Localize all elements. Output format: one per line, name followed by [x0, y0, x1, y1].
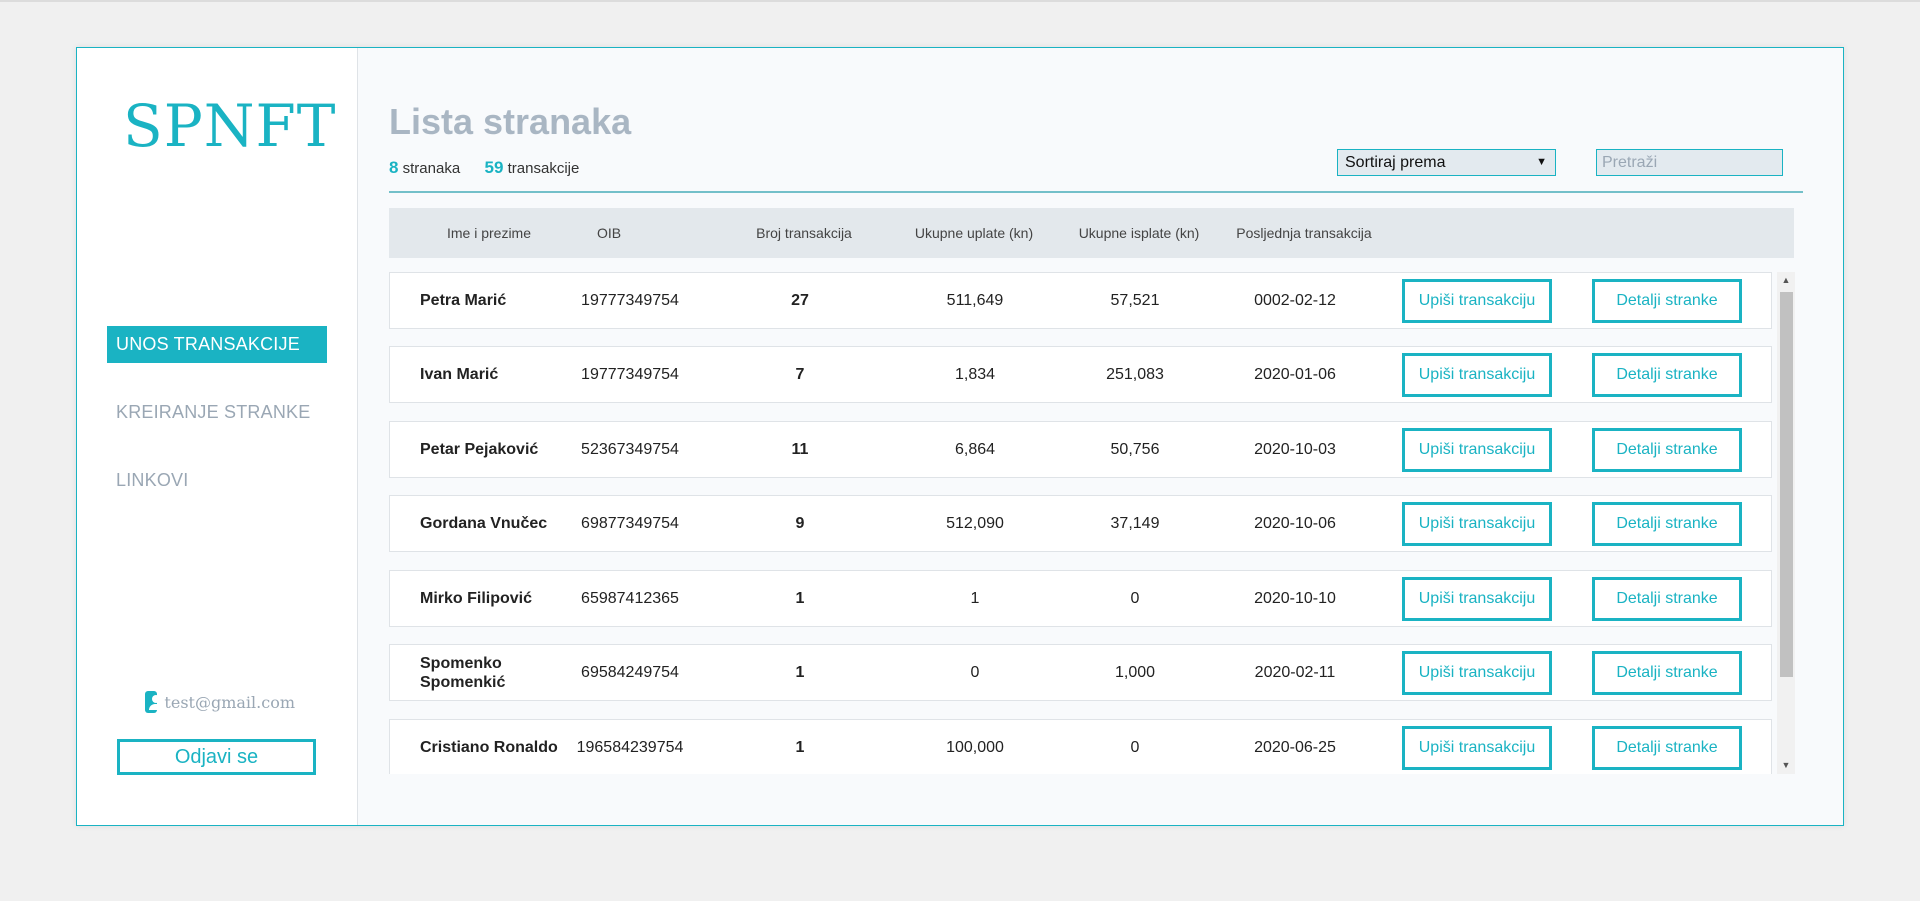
add-transaction-button[interactable]: Upiši transakciju: [1402, 577, 1552, 621]
cell-name: Mirko Filipović: [420, 590, 533, 607]
add-transaction-button[interactable]: Upiši transakciju: [1402, 428, 1552, 472]
cell-oib: 65987412365: [581, 589, 679, 607]
client-details-button[interactable]: Detalji stranke: [1592, 279, 1742, 323]
cell-count: 11: [791, 440, 809, 458]
cell-name: Petra Marić: [420, 292, 507, 309]
table-row: Petar Pejaković 52367349754 11 6,864 50,…: [389, 421, 1772, 478]
column-header-deposits: Ukupne uplate (kn): [914, 225, 1034, 241]
main-content: Lista stranaka 8 stranaka 59 transakcije…: [359, 48, 1843, 825]
column-header-withdrawals: Ukupne isplate (kn): [1078, 225, 1200, 241]
transaction-count-label: transakcije: [507, 160, 580, 177]
cell-deposits: 100,000: [946, 738, 1004, 756]
sort-select[interactable]: Sortiraj prema ▼: [1337, 149, 1556, 176]
cell-oib: 69877349754: [581, 514, 679, 532]
column-header-name: Ime i prezime: [446, 225, 532, 241]
cell-oib: 52367349754: [581, 440, 679, 458]
user-info: test@gmail.com: [145, 688, 295, 716]
cell-withdrawals: 251,083: [1106, 365, 1164, 383]
user-icon: [145, 691, 163, 713]
add-transaction-button[interactable]: Upiši transakciju: [1402, 279, 1552, 323]
table-row: Ivan Marić 19777349754 7 1,834 251,083 2…: [389, 346, 1772, 403]
cell-last-transaction: 2020-06-25: [1254, 738, 1336, 756]
cell-count: 1: [795, 589, 805, 607]
cell-name: Spomenko Spomenkić: [420, 654, 506, 691]
cell-name: Ivan Marić: [420, 366, 499, 383]
cell-name: Cristiano Ronaldo: [420, 739, 558, 756]
add-transaction-button[interactable]: Upiši transakciju: [1402, 651, 1552, 695]
cell-last-transaction: 2020-02-11: [1254, 663, 1336, 681]
client-details-button[interactable]: Detalji stranke: [1592, 651, 1742, 695]
client-details-button[interactable]: Detalji stranke: [1592, 577, 1742, 621]
cell-deposits: 0: [970, 663, 980, 681]
cell-oib: 19777349754: [581, 291, 679, 309]
cell-withdrawals: 57,521: [1110, 291, 1160, 309]
sort-select-label: Sortiraj prema: [1345, 154, 1446, 171]
app-logo: SPNFT: [123, 92, 337, 160]
nav-linkovi[interactable]: LINKOVI: [107, 462, 327, 499]
table-scrollbar[interactable]: ▲ ▼: [1777, 272, 1795, 774]
table-row: Petra Marić 19777349754 27 511,649 57,52…: [389, 272, 1772, 329]
cell-withdrawals: 1,000: [1114, 663, 1156, 681]
search-input[interactable]: [1596, 149, 1783, 176]
add-transaction-button[interactable]: Upiši transakciju: [1402, 353, 1552, 397]
nav-kreiranje-stranke[interactable]: KREIRANJE STRANKE: [107, 394, 327, 431]
sidebar: SPNFT UNOS TRANSAKCIJE KREIRANJE STRANKE…: [77, 48, 358, 825]
cell-withdrawals: 37,149: [1110, 514, 1160, 532]
cell-last-transaction: 2020-10-06: [1254, 514, 1336, 532]
table-row: Gordana Vnučec 69877349754 9 512,090 37,…: [389, 495, 1772, 552]
table-body: Petra Marić 19777349754 27 511,649 57,52…: [389, 272, 1774, 774]
add-transaction-button[interactable]: Upiši transakciju: [1402, 502, 1552, 546]
summary-counts: 8 stranaka 59 transakcije: [389, 158, 579, 178]
cell-withdrawals: 50,756: [1110, 440, 1160, 458]
cell-deposits: 511,649: [946, 291, 1004, 309]
transaction-count: 59: [484, 158, 504, 177]
table-row: Spomenko Spomenkić 69584249754 1 0 1,000…: [389, 644, 1772, 701]
cell-count: 1: [795, 738, 805, 756]
column-header-oib: OIB: [596, 225, 622, 241]
cell-last-transaction: 2020-10-03: [1254, 440, 1336, 458]
cell-oib: 19777349754: [581, 365, 679, 383]
cell-deposits: 6,864: [954, 440, 996, 458]
cell-count: 1: [795, 663, 805, 681]
cell-count: 27: [791, 291, 809, 309]
add-transaction-button[interactable]: Upiši transakciju: [1402, 726, 1552, 770]
cell-last-transaction: 2020-01-06: [1254, 365, 1336, 383]
client-details-button[interactable]: Detalji stranke: [1592, 353, 1742, 397]
header-divider: [389, 191, 1803, 193]
column-header-last-transaction: Posljednja transakcija: [1236, 225, 1372, 241]
nav-unos-transakcije[interactable]: UNOS TRANSAKCIJE: [107, 326, 327, 363]
scroll-up-arrow-icon[interactable]: ▲: [1777, 272, 1795, 289]
client-details-button[interactable]: Detalji stranke: [1592, 726, 1742, 770]
browser-top-edge: [0, 0, 1920, 2]
client-details-button[interactable]: Detalji stranke: [1592, 428, 1742, 472]
client-details-button[interactable]: Detalji stranke: [1592, 502, 1742, 546]
scroll-down-arrow-icon[interactable]: ▼: [1777, 757, 1795, 774]
column-header-count: Broj transakcija: [756, 225, 852, 241]
cell-deposits: 512,090: [946, 514, 1004, 532]
dropdown-arrow-icon: ▼: [1536, 156, 1547, 168]
cell-deposits: 1,834: [954, 365, 996, 383]
table-header: Ime i prezime OIB Broj transakcija Ukupn…: [389, 208, 1794, 258]
cell-name: Petar Pejaković: [420, 441, 539, 458]
app-window: SPNFT UNOS TRANSAKCIJE KREIRANJE STRANKE…: [76, 47, 1844, 826]
cell-name: Gordana Vnučec: [420, 515, 548, 532]
cell-last-transaction: 0002-02-12: [1254, 291, 1336, 309]
user-email: test@gmail.com: [164, 692, 295, 712]
cell-oib: 196584239754: [576, 738, 684, 756]
client-count: 8: [389, 158, 399, 177]
page-title: Lista stranaka: [389, 101, 632, 142]
cell-deposits: 1: [970, 589, 980, 607]
client-count-label: stranaka: [402, 160, 461, 177]
logout-button[interactable]: Odjavi se: [117, 739, 316, 775]
cell-count: 7: [795, 365, 805, 383]
cell-last-transaction: 2020-10-10: [1254, 589, 1336, 607]
table-row: Cristiano Ronaldo 196584239754 1 100,000…: [389, 719, 1772, 774]
scrollbar-thumb[interactable]: [1780, 292, 1793, 677]
cell-withdrawals: 0: [1130, 738, 1140, 756]
cell-count: 9: [795, 514, 805, 532]
table-row: Mirko Filipović 65987412365 1 1 0 2020-1…: [389, 570, 1772, 627]
cell-withdrawals: 0: [1130, 589, 1140, 607]
cell-oib: 69584249754: [581, 663, 679, 681]
